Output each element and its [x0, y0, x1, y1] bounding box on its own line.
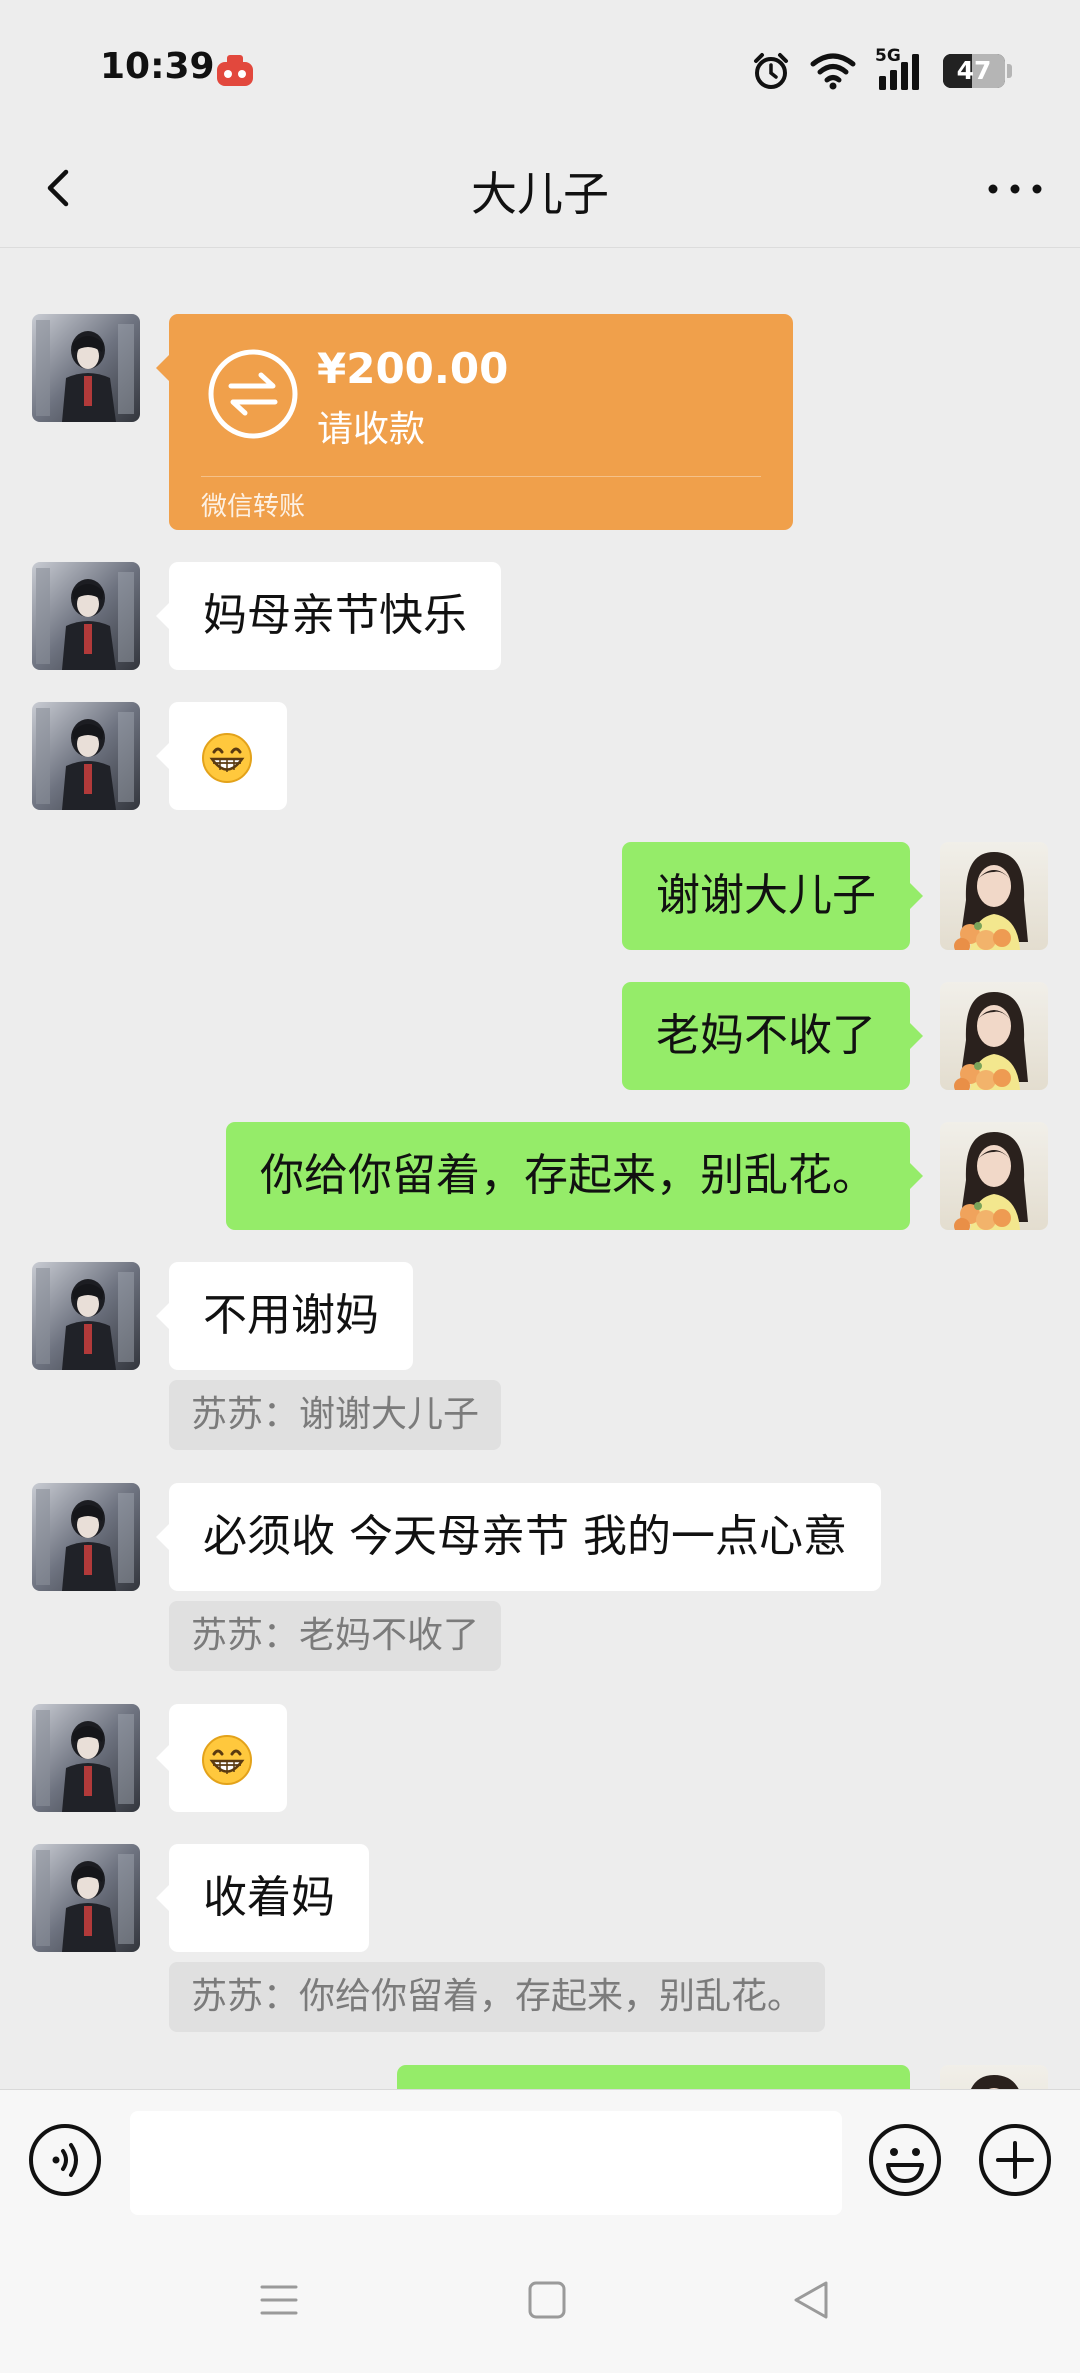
user-avatar[interactable] — [940, 2065, 1048, 2089]
message-bubble-outgoing[interactable]: 你给你留着，存起来，别乱花。 — [226, 1122, 923, 1230]
transfer-divider — [201, 476, 761, 477]
battery-level: 47 — [956, 56, 992, 85]
contact-avatar[interactable] — [32, 702, 140, 810]
battery-tip — [1007, 64, 1012, 78]
more-dots-icon[interactable] — [980, 158, 1050, 218]
app-notification-icon — [217, 55, 253, 86]
alarm-icon — [754, 53, 788, 89]
battery-icon: 47 — [943, 54, 1005, 88]
contact-avatar[interactable] — [32, 1844, 140, 1952]
contact-avatar[interactable] — [32, 1262, 140, 1370]
grin-emoji-icon — [201, 1734, 253, 1786]
cellular-signal-icon: 5G — [875, 46, 925, 92]
home-icon[interactable] — [526, 2279, 568, 2321]
message-bubble-outgoing[interactable]: 老妈不收了 — [622, 982, 923, 1090]
chat-header: 大儿子 — [0, 130, 1080, 248]
wifi-icon — [810, 53, 856, 90]
status-time: 10:39 — [100, 46, 215, 87]
message-bubble-incoming[interactable] — [156, 702, 287, 810]
input-bar — [0, 2089, 1080, 2231]
voice-icon[interactable] — [28, 2123, 102, 2197]
contact-avatar[interactable] — [32, 562, 140, 670]
recent-apps-icon[interactable] — [258, 2279, 300, 2321]
chat-title: 大儿子 — [471, 167, 609, 221]
message-bubble-incoming[interactable]: 必须收 今天母亲节 我的一点心意 — [156, 1483, 881, 1591]
message-bubble-incoming[interactable]: 收着妈 — [156, 1844, 369, 1952]
emoji-icon[interactable] — [868, 2123, 942, 2197]
message-input[interactable] — [130, 2111, 842, 2215]
quoted-reply[interactable]: 苏苏：你给你留着，存起来，别乱花。 — [169, 1962, 826, 2032]
contact-avatar[interactable] — [32, 1704, 140, 1812]
system-nav-bar — [0, 2231, 1080, 2373]
message-bubble-incoming[interactable]: 不用谢妈 — [156, 1262, 413, 1370]
transfer-amount: ¥200.00 — [317, 344, 509, 393]
contact-avatar[interactable] — [32, 314, 140, 422]
user-avatar[interactable] — [940, 842, 1048, 950]
grin-emoji-icon — [201, 732, 253, 784]
message-bubble-incoming[interactable]: 妈母亲节快乐 — [156, 562, 501, 670]
quoted-reply[interactable]: 苏苏：老妈不收了 — [169, 1601, 502, 1671]
transfer-arrows-icon — [208, 349, 298, 439]
chat-message-list[interactable]: ¥200.00 请收款 微信转账 妈母亲节快乐 谢谢大儿子 老妈不收了 你给你留… — [0, 249, 1080, 2089]
status-bar: 10:39 5G 47 — [0, 0, 1080, 130]
user-avatar[interactable] — [940, 982, 1048, 1090]
user-avatar[interactable] — [940, 1122, 1048, 1230]
message-bubble-outgoing-partial[interactable] — [397, 2065, 910, 2089]
contact-avatar[interactable] — [32, 1483, 140, 1591]
transfer-status: 请收款 — [317, 409, 426, 450]
transfer-source: 微信转账 — [201, 492, 306, 522]
transfer-card[interactable]: ¥200.00 请收款 微信转账 — [156, 314, 793, 530]
status-icons: 5G 47 — [751, 46, 1012, 94]
plus-icon[interactable] — [978, 2123, 1052, 2197]
quoted-reply[interactable]: 苏苏：谢谢大儿子 — [169, 1380, 502, 1450]
message-bubble-incoming[interactable] — [156, 1704, 287, 1812]
back-triangle-icon[interactable] — [790, 2279, 832, 2321]
message-bubble-outgoing[interactable]: 谢谢大儿子 — [622, 842, 923, 950]
